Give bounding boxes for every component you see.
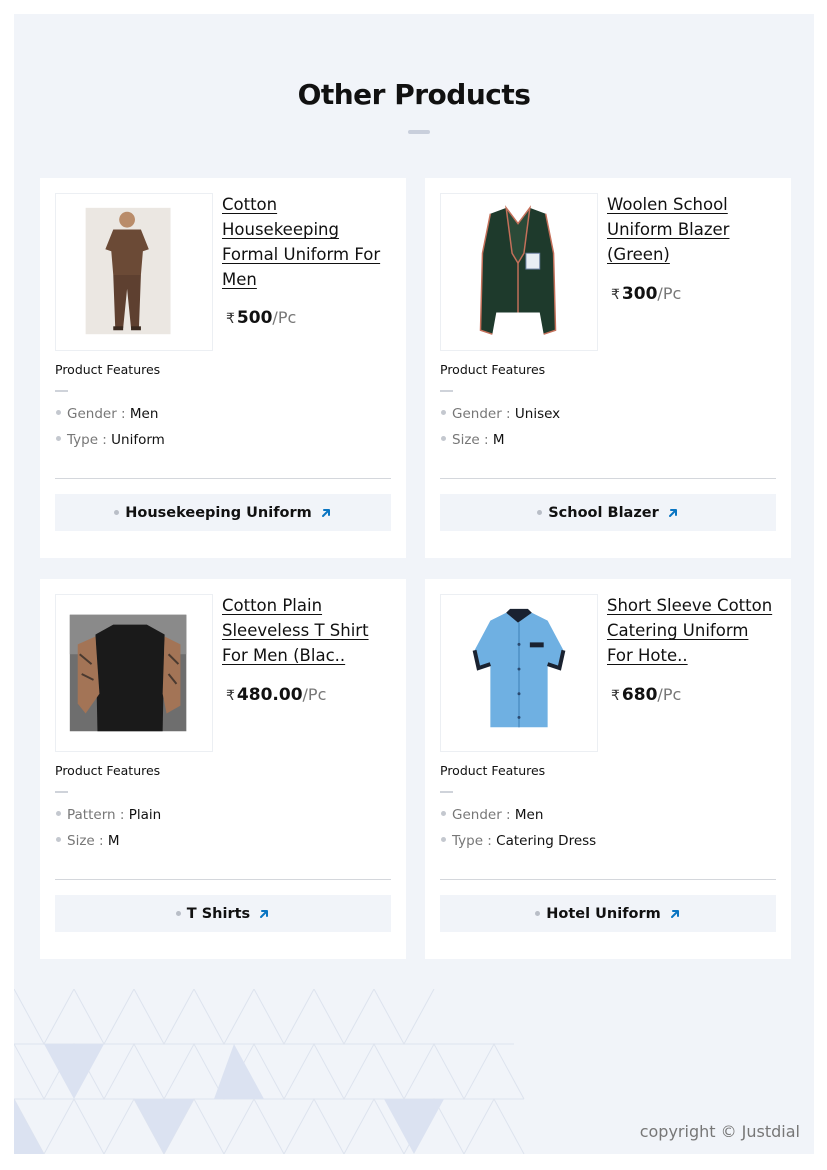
product-card: Cotton Plain Sleeveless T Shirt For Men … [40, 579, 406, 959]
category-link-button[interactable]: School Blazer [440, 494, 776, 531]
bullet-icon [56, 836, 61, 842]
product-name-link[interactable]: Cotton Plain Sleeveless T Shirt For Men … [222, 593, 392, 668]
price-unit: /Pc [302, 685, 327, 704]
card-divider [440, 478, 776, 479]
card-divider [440, 879, 776, 880]
bullet-icon [441, 810, 446, 816]
features-label: Product Features [440, 763, 546, 778]
bullet-icon [441, 836, 446, 842]
copyright-text: copyright © Justdial [639, 1122, 800, 1141]
product-name-link[interactable]: Cotton Housekeeping Formal Uniform For M… [222, 192, 392, 292]
price-amount: 300 [621, 284, 658, 304]
product-price: ₹300/Pc [611, 284, 681, 304]
product-name-link[interactable]: Woolen School Uniform Blazer (Green) [607, 192, 777, 267]
product-image[interactable] [55, 594, 213, 752]
features-divider [440, 390, 453, 392]
product-card: Cotton Housekeeping Formal Uniform For M… [40, 178, 406, 558]
feature-item: Type : Uniform [56, 432, 165, 448]
features-label: Product Features [440, 362, 546, 377]
feature-item: Gender : Men [56, 406, 158, 422]
price-amount: 680 [621, 685, 658, 705]
bullet-icon [537, 510, 543, 515]
price-amount: 500 [236, 308, 273, 328]
card-divider [55, 879, 391, 880]
feature-item: Pattern : Plain [56, 807, 161, 823]
bullet-icon [535, 911, 541, 916]
bullet-icon [441, 409, 446, 415]
feature-item: Size : M [441, 432, 505, 448]
bullet-icon [114, 510, 120, 515]
category-label: School Blazer [548, 504, 659, 521]
decorative-triangle-pattern [14, 989, 525, 1154]
bullet-icon [175, 911, 181, 916]
category-label: T Shirts [186, 905, 251, 922]
arrow-up-right-icon [668, 508, 677, 517]
bullet-icon [56, 810, 61, 816]
catering-uniform-image [441, 595, 597, 751]
category-label: Hotel Uniform [546, 905, 661, 922]
product-image[interactable] [55, 193, 213, 351]
arrow-up-right-icon [321, 508, 330, 517]
product-image[interactable] [440, 193, 598, 351]
section-title: Other Products [297, 78, 531, 111]
product-price: ₹480.00/Pc [226, 685, 326, 705]
arrow-up-right-icon [670, 909, 679, 918]
price-unit: /Pc [657, 284, 682, 303]
rupee-icon: ₹ [611, 287, 620, 303]
category-label: Housekeeping Uniform [125, 504, 312, 521]
rupee-icon: ₹ [611, 688, 620, 704]
bullet-icon [56, 435, 61, 441]
category-link-button[interactable]: T Shirts [55, 895, 391, 932]
category-link-button[interactable]: Housekeeping Uniform [55, 494, 391, 531]
sleeveless-tshirt-image [56, 595, 212, 751]
rupee-icon: ₹ [226, 311, 235, 327]
price-unit: /Pc [272, 308, 297, 327]
product-card: Woolen School Uniform Blazer (Green) ₹30… [425, 178, 791, 558]
features-divider [55, 791, 68, 793]
product-price: ₹500/Pc [226, 308, 296, 328]
features-divider [440, 791, 453, 793]
school-blazer-image [441, 194, 597, 350]
card-divider [55, 478, 391, 479]
feature-item: Type : Catering Dress [441, 833, 596, 849]
features-label: Product Features [55, 763, 161, 778]
product-name-link[interactable]: Short Sleeve Cotton Catering Uniform For… [607, 593, 777, 668]
features-label: Product Features [55, 362, 161, 377]
product-card: Short Sleeve Cotton Catering Uniform For… [425, 579, 791, 959]
features-divider [55, 390, 68, 392]
price-amount: 480.00 [236, 685, 303, 705]
product-image[interactable] [440, 594, 598, 752]
feature-item: Gender : Men [441, 807, 543, 823]
category-link-button[interactable]: Hotel Uniform [440, 895, 776, 932]
page-container: Other Products Cotton Housekeeping Forma… [14, 14, 814, 1154]
housekeeping-uniform-image [56, 194, 212, 350]
product-price: ₹680/Pc [611, 685, 681, 705]
feature-item: Size : M [56, 833, 120, 849]
rupee-icon: ₹ [226, 688, 235, 704]
bullet-icon [56, 409, 61, 415]
feature-item: Gender : Unisex [441, 406, 560, 422]
price-unit: /Pc [657, 685, 682, 704]
bullet-icon [441, 435, 446, 441]
title-underline [408, 130, 430, 134]
arrow-up-right-icon [260, 909, 269, 918]
